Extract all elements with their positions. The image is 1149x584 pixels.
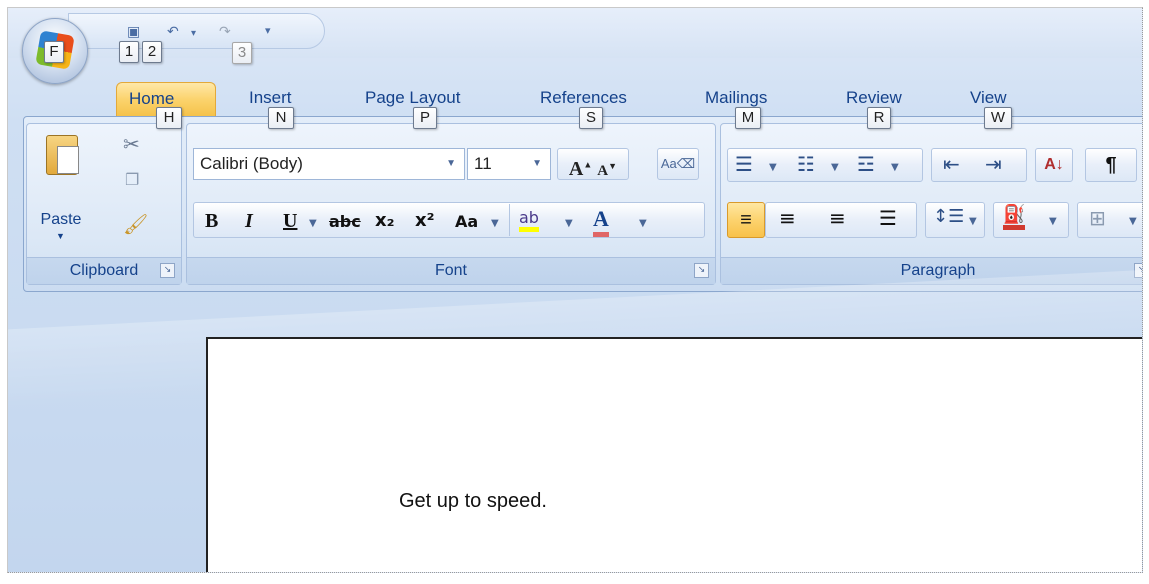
ribbon: Paste ▼ ✂ ❐ 🖌 Clipboard ↘ Calibri (Body)… xyxy=(23,116,1142,292)
keytip-references: S xyxy=(579,107,603,129)
tab-review[interactable]: Review xyxy=(846,88,902,108)
undo-icon[interactable]: ↶ xyxy=(167,24,187,42)
align-left-icon: ≡ xyxy=(740,209,752,231)
pilcrow-icon: ¶ xyxy=(1105,154,1117,176)
change-case-dropdown-icon[interactable]: ▼ xyxy=(491,218,499,229)
clear-formatting-icon: Aa⌫ xyxy=(660,156,696,171)
clipboard-launcher-icon[interactable]: ↘ xyxy=(160,263,175,278)
clear-formatting-button[interactable]: Aa⌫ xyxy=(657,148,699,180)
quick-access-toolbar: ▣ ↶ ▾ ↷ ▾ xyxy=(68,13,325,49)
increase-indent-icon[interactable]: ⇥ xyxy=(985,152,1002,176)
tab-home-label: Home xyxy=(129,89,175,108)
change-case-button[interactable]: Aa xyxy=(455,212,478,231)
strikethrough-button[interactable]: abc xyxy=(329,212,361,231)
underline-button[interactable]: U xyxy=(283,210,297,233)
multilevel-list-icon[interactable]: ☲ xyxy=(857,152,875,176)
font-size-dropdown-icon[interactable]: ▼ xyxy=(532,149,542,179)
keytip-page-layout: P xyxy=(413,107,437,129)
paste-dropdown-icon: ▼ xyxy=(56,231,65,241)
align-left-button[interactable]: ≡ xyxy=(727,202,765,238)
paste-label: Paste xyxy=(40,211,82,228)
font-name-dropdown-icon[interactable]: ▼ xyxy=(446,149,456,179)
cut-icon[interactable]: ✂ xyxy=(123,132,140,156)
align-right-icon[interactable]: ≡ xyxy=(829,206,846,230)
superscript-button[interactable]: x² xyxy=(415,210,435,231)
keytip-undo: 2 xyxy=(142,41,162,63)
font-color-dropdown-icon[interactable]: ▼ xyxy=(639,218,647,229)
font-color-button[interactable]: A xyxy=(593,206,609,237)
grow-font-icon[interactable]: A▲ xyxy=(569,158,592,180)
keytip-redo: 3 xyxy=(232,42,252,64)
subscript-button[interactable]: x₂ xyxy=(375,210,395,231)
font-group-label: Font xyxy=(187,257,715,284)
format-painter-icon[interactable]: 🖌 xyxy=(123,212,148,236)
bullets-dropdown-icon[interactable]: ▼ xyxy=(769,162,777,173)
justify-icon[interactable]: ☰ xyxy=(879,206,897,230)
numbering-icon[interactable]: ☷ xyxy=(797,152,815,176)
word-window: ▣ ↶ ▾ ↷ ▾ F 1 2 3 Home Insert Page Layou… xyxy=(7,7,1143,573)
save-icon[interactable]: ▣ xyxy=(127,24,147,42)
multilevel-dropdown-icon[interactable]: ▼ xyxy=(891,162,899,173)
sort-icon: A↓ xyxy=(1044,156,1064,173)
font-launcher-icon[interactable]: ↘ xyxy=(694,263,709,278)
keytip-insert: N xyxy=(268,107,294,129)
shading-icon: ⛽ xyxy=(1003,204,1026,230)
shrink-font-icon[interactable]: A▼ xyxy=(597,161,617,179)
numbering-dropdown-icon[interactable]: ▼ xyxy=(831,162,839,173)
paste-button[interactable]: Paste ▼ xyxy=(33,128,87,244)
divider xyxy=(509,204,510,236)
qat-customize-icon[interactable]: ▾ xyxy=(265,24,285,42)
keytip-view: W xyxy=(984,107,1012,129)
font-size-combo[interactable]: 11 ▼ xyxy=(467,148,551,180)
group-font: Calibri (Body) ▼ 11 ▼ A▲ A▼ Aa⌫ B I U ▼ … xyxy=(186,123,716,285)
clipboard-group-label: Clipboard xyxy=(27,257,181,284)
redo-icon[interactable]: ↷ xyxy=(219,24,239,42)
font-size-value: 11 xyxy=(474,154,492,173)
copy-icon[interactable]: ❐ xyxy=(125,170,139,189)
group-paragraph: ☰ ▼ ☷ ▼ ☲ ▼ ⇤ ⇥ A↓ ¶ ≡ ≡ ≡ ☰ ↕☰ ▼ ⛽ ▼ ⊞ … xyxy=(720,123,1142,285)
keytip-mailings: M xyxy=(735,107,761,129)
font-name-value: Calibri (Body) xyxy=(200,154,303,173)
bold-button[interactable]: B xyxy=(205,210,218,233)
document-page[interactable]: Get up to speed. xyxy=(206,337,1142,572)
line-spacing-dropdown-icon[interactable]: ▼ xyxy=(969,216,977,227)
keytip-office: F xyxy=(44,41,64,63)
highlight-dropdown-icon[interactable]: ▼ xyxy=(565,218,573,229)
sort-button[interactable]: A↓ xyxy=(1035,148,1073,182)
keytip-save: 1 xyxy=(119,41,139,63)
title-bar: ▣ ↶ ▾ ↷ ▾ xyxy=(8,8,1142,58)
borders-dropdown-icon[interactable]: ▼ xyxy=(1129,216,1137,227)
tab-references[interactable]: References xyxy=(540,88,627,108)
line-spacing-icon: ↕☰ xyxy=(933,206,965,227)
clipboard-icon xyxy=(46,135,79,175)
tab-insert[interactable]: Insert xyxy=(249,88,292,108)
bullets-icon[interactable]: ☰ xyxy=(735,152,753,176)
borders-icon: ⊞ xyxy=(1089,206,1106,230)
keytip-home: H xyxy=(156,107,182,129)
show-marks-button[interactable]: ¶ xyxy=(1085,148,1137,182)
document-text[interactable]: Get up to speed. xyxy=(399,490,547,513)
keytip-review: R xyxy=(867,107,891,129)
grow-shrink-font-buttons: A▲ A▼ xyxy=(557,148,629,180)
decrease-indent-icon[interactable]: ⇤ xyxy=(943,152,960,176)
underline-dropdown-icon[interactable]: ▼ xyxy=(309,218,317,229)
font-name-combo[interactable]: Calibri (Body) ▼ xyxy=(193,148,465,180)
italic-button[interactable]: I xyxy=(245,210,253,233)
align-center-icon[interactable]: ≡ xyxy=(779,206,796,230)
group-clipboard: Paste ▼ ✂ ❐ 🖌 Clipboard ↘ xyxy=(26,123,182,285)
undo-dropdown-icon[interactable]: ▾ xyxy=(191,28,211,46)
tab-page-layout[interactable]: Page Layout xyxy=(365,88,460,108)
shading-dropdown-icon[interactable]: ▼ xyxy=(1049,216,1057,227)
highlight-button[interactable]: ab xyxy=(519,208,539,232)
font-format-row xyxy=(193,202,705,238)
tab-view[interactable]: View xyxy=(970,88,1007,108)
tab-mailings[interactable]: Mailings xyxy=(705,88,767,108)
